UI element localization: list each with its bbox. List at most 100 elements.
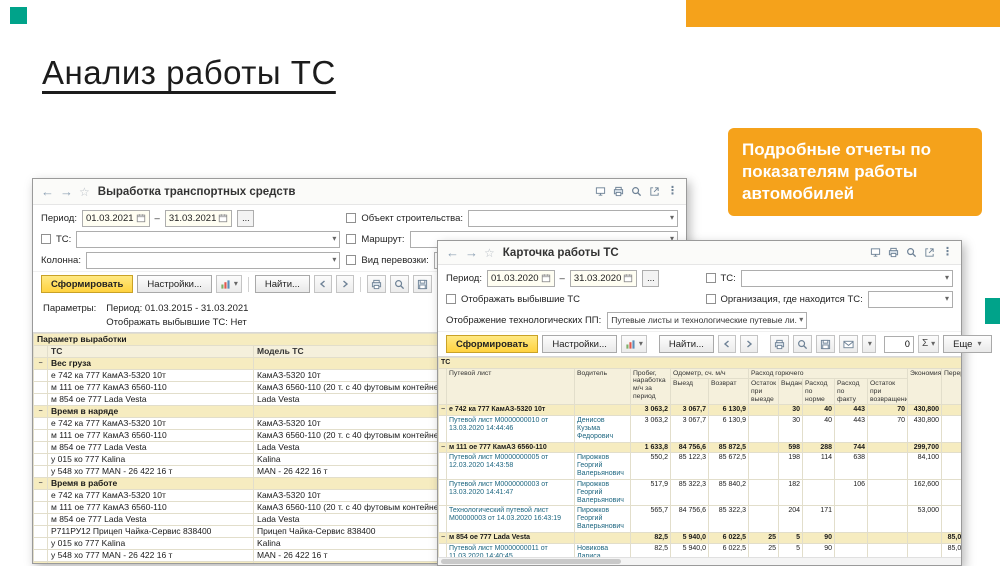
row-expander[interactable] xyxy=(34,454,48,466)
period-options-button[interactable]: ... xyxy=(237,210,254,227)
window2-report-grid[interactable]: ТС Путевой лист Водитель Пробег, наработ… xyxy=(438,356,961,557)
period-options-button[interactable]: ... xyxy=(642,270,659,287)
row-expander[interactable]: − xyxy=(34,478,48,490)
cell-waybill[interactable]: Путевой лист М0000000010 от 13.03.2020 1… xyxy=(447,416,575,442)
row-expander[interactable] xyxy=(34,430,48,442)
object-combo[interactable]: ▾ xyxy=(468,210,678,227)
row-expander[interactable]: − xyxy=(34,358,48,370)
row-expander[interactable] xyxy=(34,490,48,502)
date-from-field[interactable]: 01.03.2020 xyxy=(487,270,555,287)
forward-button[interactable]: → xyxy=(60,185,73,198)
generate-button[interactable]: Сформировать xyxy=(446,335,538,353)
object-checkbox[interactable] xyxy=(346,213,356,223)
open-in-window-icon[interactable] xyxy=(870,247,881,258)
cell-waybill[interactable]: Путевой лист М0000000005 от 12.03.2020 1… xyxy=(447,453,575,479)
pp-display-combo[interactable]: Путевые листы и технологические путевые … xyxy=(607,312,807,329)
calendar-icon[interactable] xyxy=(541,273,551,283)
back-button[interactable]: ← xyxy=(446,246,459,259)
sum-field[interactable] xyxy=(884,336,914,353)
calendar-icon[interactable] xyxy=(218,213,228,223)
forward-button[interactable]: → xyxy=(465,246,478,259)
row-expander[interactable]: − xyxy=(439,532,447,543)
row-expander[interactable]: − xyxy=(34,562,48,564)
back-button[interactable]: ← xyxy=(41,185,54,198)
row-expander[interactable] xyxy=(34,502,48,514)
row-expander[interactable]: − xyxy=(34,406,48,418)
cell-driver[interactable]: Денисов Кузьма Федорович xyxy=(575,416,631,442)
row-expander[interactable] xyxy=(34,418,48,430)
cell-driver[interactable] xyxy=(575,405,631,416)
report-variants-button[interactable]: ▾ xyxy=(621,335,647,353)
cell-waybill[interactable]: Технологический путевой лист М00000003 о… xyxy=(447,506,575,532)
cell-driver[interactable]: Пирожков Георгий Валерьянович xyxy=(575,453,631,479)
favorite-star-icon[interactable]: ☆ xyxy=(484,247,495,259)
settings-button[interactable]: Настройки... xyxy=(542,335,617,353)
find-next-button[interactable] xyxy=(336,275,354,293)
row-expander[interactable] xyxy=(34,538,48,550)
table-row[interactable]: Путевой лист М0000000003 от 13.03.2020 1… xyxy=(439,479,962,505)
favorite-star-icon[interactable]: ☆ xyxy=(79,186,90,198)
print-icon[interactable] xyxy=(613,186,624,197)
table-row[interactable]: Технологический путевой лист М00000003 о… xyxy=(439,506,962,532)
cell-driver[interactable] xyxy=(575,532,631,543)
settings-button[interactable]: Настройки... xyxy=(137,275,212,293)
row-expander[interactable] xyxy=(439,543,447,557)
row-expander[interactable] xyxy=(34,550,48,562)
send-mail-button[interactable] xyxy=(839,335,858,353)
column-combo[interactable]: ▾ xyxy=(86,252,340,269)
find-next-button[interactable] xyxy=(740,335,758,353)
horizontal-scrollbar[interactable] xyxy=(438,557,961,565)
cell-driver[interactable]: Пирожков Георгий Валерьянович xyxy=(575,506,631,532)
ts-combo[interactable]: ▾ xyxy=(76,231,340,248)
ts-checkbox[interactable] xyxy=(706,273,716,283)
table-row[interactable]: − е 742 ка 777 КамАЗ-5320 10т 3 063,2 3 … xyxy=(439,405,962,416)
kebab-menu-icon[interactable]: ⋮ xyxy=(942,247,953,258)
transport-kind-checkbox[interactable] xyxy=(346,255,356,265)
cell-waybill[interactable]: Путевой лист М0000000011 от 11.03.2020 1… xyxy=(447,543,575,557)
cell-waybill[interactable]: м 854 ое 777 Lada Vesta xyxy=(447,532,575,543)
find-previous-button[interactable] xyxy=(314,275,332,293)
row-expander[interactable]: − xyxy=(439,405,447,416)
preview-button[interactable] xyxy=(793,335,812,353)
generate-button[interactable]: Сформировать xyxy=(41,275,133,293)
row-expander[interactable] xyxy=(439,479,447,505)
row-expander[interactable] xyxy=(439,416,447,442)
row-expander[interactable] xyxy=(34,514,48,526)
table-row[interactable]: Путевой лист М0000000010 от 13.03.2020 1… xyxy=(439,416,962,442)
scrollbar-thumb[interactable] xyxy=(441,559,621,564)
cell-waybill[interactable]: Путевой лист М0000000003 от 13.03.2020 1… xyxy=(447,479,575,505)
find-previous-button[interactable] xyxy=(718,335,736,353)
cell-driver[interactable]: Новикова Лариса Федоровна xyxy=(575,543,631,557)
save-button[interactable] xyxy=(413,275,432,293)
print-button[interactable] xyxy=(770,335,789,353)
find-button[interactable]: Найти... xyxy=(255,275,310,293)
organization-combo[interactable]: ▾ xyxy=(868,291,953,308)
cell-waybill[interactable]: м 111 ое 777 КамАЗ 6560-110 xyxy=(447,442,575,453)
table-row[interactable]: − м 854 ое 777 Lada Vesta 82,5 5 940,0 6… xyxy=(439,532,962,543)
table-row[interactable]: − м 111 ое 777 КамАЗ 6560-110 1 633,8 84… xyxy=(439,442,962,453)
row-expander[interactable] xyxy=(439,453,447,479)
date-from-field[interactable]: 01.03.2021 xyxy=(82,210,150,227)
more-button[interactable]: Еще ▾ xyxy=(943,335,991,353)
row-expander[interactable] xyxy=(34,394,48,406)
find-button[interactable]: Найти... xyxy=(659,335,714,353)
date-to-field[interactable]: 31.03.2020 xyxy=(570,270,638,287)
row-expander[interactable] xyxy=(439,506,447,532)
search-icon[interactable] xyxy=(631,186,642,197)
kebab-menu-icon[interactable]: ⋮ xyxy=(667,186,678,197)
row-expander[interactable] xyxy=(34,382,48,394)
search-icon[interactable] xyxy=(906,247,917,258)
row-expander[interactable]: − xyxy=(439,442,447,453)
cell-driver[interactable]: Пирожков Георгий Валерьянович xyxy=(575,479,631,505)
row-expander[interactable] xyxy=(34,370,48,382)
row-expander[interactable] xyxy=(34,466,48,478)
more-actions-dropdown[interactable]: ▾ xyxy=(862,335,876,353)
report-variants-button[interactable]: ▾ xyxy=(216,275,242,293)
table-row[interactable]: Путевой лист М0000000011 от 11.03.2020 1… xyxy=(439,543,962,557)
open-in-window-icon[interactable] xyxy=(595,186,606,197)
print-icon[interactable] xyxy=(888,247,899,258)
cell-driver[interactable] xyxy=(575,442,631,453)
autosum-button[interactable]: Σ ▾ xyxy=(918,335,939,353)
calendar-icon[interactable] xyxy=(136,213,146,223)
external-link-icon[interactable] xyxy=(649,186,660,197)
